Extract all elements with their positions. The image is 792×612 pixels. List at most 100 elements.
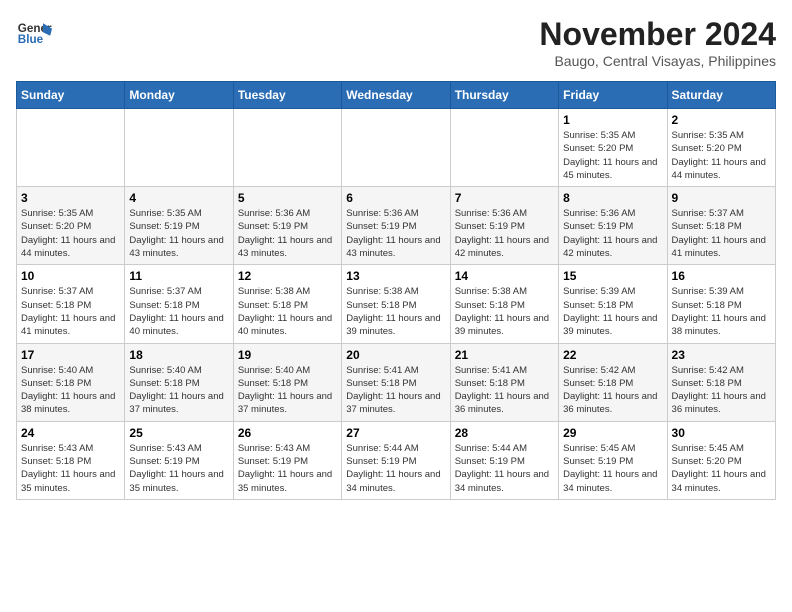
day-number: 20: [346, 348, 445, 362]
weekday-header-thursday: Thursday: [450, 82, 558, 109]
week-row-0: 1 Sunrise: 5:35 AM Sunset: 5:20 PM Daylig…: [17, 109, 776, 187]
day-number: 29: [563, 426, 662, 440]
day-number: 23: [672, 348, 771, 362]
day-info: Sunrise: 5:40 AM Sunset: 5:18 PM Dayligh…: [129, 364, 228, 417]
header: General Blue November 2024 Baugo, Centra…: [16, 16, 776, 69]
location-title: Baugo, Central Visayas, Philippines: [539, 53, 776, 69]
calendar-cell: 28Sunrise: 5:44 AM Sunset: 5:19 PM Dayli…: [450, 421, 558, 499]
day-number: 18: [129, 348, 228, 362]
week-row-2: 10 Sunrise: 5:37 AM Sunset: 5:18 PM Dayli…: [17, 265, 776, 343]
day-number: 21: [455, 348, 554, 362]
day-info: Sunrise: 5:39 AM Sunset: 5:18 PM Dayligh…: [563, 285, 662, 338]
calendar-cell: [342, 109, 450, 187]
day-number: 22: [563, 348, 662, 362]
day-info: Sunrise: 5:35 AM Sunset: 5:20 PM Dayligh…: [563, 129, 662, 182]
calendar-cell: [233, 109, 341, 187]
calendar-cell: 8Sunrise: 5:36 AM Sunset: 5:19 PM Daylig…: [559, 187, 667, 265]
day-number: 17: [21, 348, 120, 362]
day-info: Sunrise: 5:38 AM Sunset: 5:18 PM Dayligh…: [346, 285, 445, 338]
calendar-cell: 15 Sunrise: 5:39 AM Sunset: 5:18 PM Dayli…: [559, 265, 667, 343]
day-info: Sunrise: 5:36 AM Sunset: 5:19 PM Dayligh…: [346, 207, 445, 260]
calendar-cell: 16 Sunrise: 5:39 AM Sunset: 5:18 PM Dayli…: [667, 265, 775, 343]
calendar-table: SundayMondayTuesdayWednesdayThursdayFrid…: [16, 81, 776, 500]
calendar-cell: 12Sunrise: 5:38 AM Sunset: 5:18 PM Dayli…: [233, 265, 341, 343]
day-info: Sunrise: 5:43 AM Sunset: 5:19 PM Dayligh…: [129, 442, 228, 495]
calendar-cell: 18 Sunrise: 5:40 AM Sunset: 5:18 PM Dayli…: [125, 343, 233, 421]
day-number: 1: [563, 113, 662, 127]
weekday-header-sunday: Sunday: [17, 82, 125, 109]
day-number: 2: [672, 113, 771, 127]
day-info: Sunrise: 5:43 AM Sunset: 5:18 PM Dayligh…: [21, 442, 120, 495]
calendar-cell: 5 Sunrise: 5:36 AM Sunset: 5:19 PM Daylig…: [233, 187, 341, 265]
calendar-cell: 19 Sunrise: 5:40 AM Sunset: 5:18 PM Dayli…: [233, 343, 341, 421]
day-number: 19: [238, 348, 337, 362]
day-number: 11: [129, 269, 228, 283]
calendar-cell: 25 Sunrise: 5:43 AM Sunset: 5:19 PM Dayli…: [125, 421, 233, 499]
day-number: 3: [21, 191, 120, 205]
calendar-cell: 22 Sunrise: 5:42 AM Sunset: 5:18 PM Dayli…: [559, 343, 667, 421]
day-info: Sunrise: 5:42 AM Sunset: 5:18 PM Dayligh…: [563, 364, 662, 417]
weekday-header-friday: Friday: [559, 82, 667, 109]
logo: General Blue: [16, 16, 52, 52]
day-info: Sunrise: 5:38 AM Sunset: 5:18 PM Dayligh…: [238, 285, 337, 338]
day-info: Sunrise: 5:40 AM Sunset: 5:18 PM Dayligh…: [21, 364, 120, 417]
calendar-cell: 9Sunrise: 5:37 AM Sunset: 5:18 PM Daylig…: [667, 187, 775, 265]
calendar-cell: 17 Sunrise: 5:40 AM Sunset: 5:18 PM Dayli…: [17, 343, 125, 421]
week-row-1: 3 Sunrise: 5:35 AM Sunset: 5:20 PM Daylig…: [17, 187, 776, 265]
weekday-header-tuesday: Tuesday: [233, 82, 341, 109]
calendar-cell: 30 Sunrise: 5:45 AM Sunset: 5:20 PM Dayli…: [667, 421, 775, 499]
day-number: 8: [563, 191, 662, 205]
day-number: 30: [672, 426, 771, 440]
day-number: 27: [346, 426, 445, 440]
calendar-cell: 7 Sunrise: 5:36 AM Sunset: 5:19 PM Daylig…: [450, 187, 558, 265]
day-number: 28: [455, 426, 554, 440]
calendar-cell: 27 Sunrise: 5:44 AM Sunset: 5:19 PM Dayli…: [342, 421, 450, 499]
day-number: 10: [21, 269, 120, 283]
calendar-cell: 13 Sunrise: 5:38 AM Sunset: 5:18 PM Dayli…: [342, 265, 450, 343]
day-number: 9: [672, 191, 771, 205]
calendar-cell: 21 Sunrise: 5:41 AM Sunset: 5:18 PM Dayli…: [450, 343, 558, 421]
day-info: Sunrise: 5:39 AM Sunset: 5:18 PM Dayligh…: [672, 285, 771, 338]
calendar-cell: [450, 109, 558, 187]
day-info: Sunrise: 5:36 AM Sunset: 5:19 PM Dayligh…: [455, 207, 554, 260]
day-number: 25: [129, 426, 228, 440]
week-row-3: 17 Sunrise: 5:40 AM Sunset: 5:18 PM Dayli…: [17, 343, 776, 421]
weekday-header-wednesday: Wednesday: [342, 82, 450, 109]
day-info: Sunrise: 5:37 AM Sunset: 5:18 PM Dayligh…: [21, 285, 120, 338]
day-info: Sunrise: 5:36 AM Sunset: 5:19 PM Dayligh…: [238, 207, 337, 260]
day-number: 7: [455, 191, 554, 205]
calendar-cell: 3 Sunrise: 5:35 AM Sunset: 5:20 PM Daylig…: [17, 187, 125, 265]
calendar-cell: 26 Sunrise: 5:43 AM Sunset: 5:19 PM Dayli…: [233, 421, 341, 499]
calendar-cell: 10 Sunrise: 5:37 AM Sunset: 5:18 PM Dayli…: [17, 265, 125, 343]
day-number: 14: [455, 269, 554, 283]
day-number: 26: [238, 426, 337, 440]
day-info: Sunrise: 5:45 AM Sunset: 5:20 PM Dayligh…: [672, 442, 771, 495]
calendar-cell: 23 Sunrise: 5:42 AM Sunset: 5:18 PM Dayli…: [667, 343, 775, 421]
day-number: 13: [346, 269, 445, 283]
calendar-cell: 6 Sunrise: 5:36 AM Sunset: 5:19 PM Daylig…: [342, 187, 450, 265]
day-number: 5: [238, 191, 337, 205]
day-info: Sunrise: 5:42 AM Sunset: 5:18 PM Dayligh…: [672, 364, 771, 417]
day-info: Sunrise: 5:43 AM Sunset: 5:19 PM Dayligh…: [238, 442, 337, 495]
calendar-cell: 24Sunrise: 5:43 AM Sunset: 5:18 PM Dayli…: [17, 421, 125, 499]
day-info: Sunrise: 5:44 AM Sunset: 5:19 PM Dayligh…: [346, 442, 445, 495]
day-info: Sunrise: 5:35 AM Sunset: 5:19 PM Dayligh…: [129, 207, 228, 260]
day-number: 16: [672, 269, 771, 283]
calendar-cell: 20 Sunrise: 5:41 AM Sunset: 5:18 PM Dayli…: [342, 343, 450, 421]
day-info: Sunrise: 5:38 AM Sunset: 5:18 PM Dayligh…: [455, 285, 554, 338]
calendar-cell: [17, 109, 125, 187]
calendar-cell: 1 Sunrise: 5:35 AM Sunset: 5:20 PM Daylig…: [559, 109, 667, 187]
weekday-header-saturday: Saturday: [667, 82, 775, 109]
calendar-cell: 14 Sunrise: 5:38 AM Sunset: 5:18 PM Dayli…: [450, 265, 558, 343]
day-info: Sunrise: 5:45 AM Sunset: 5:19 PM Dayligh…: [563, 442, 662, 495]
day-info: Sunrise: 5:35 AM Sunset: 5:20 PM Dayligh…: [21, 207, 120, 260]
day-info: Sunrise: 5:41 AM Sunset: 5:18 PM Dayligh…: [346, 364, 445, 417]
calendar-cell: 11 Sunrise: 5:37 AM Sunset: 5:18 PM Dayli…: [125, 265, 233, 343]
day-info: Sunrise: 5:40 AM Sunset: 5:18 PM Dayligh…: [238, 364, 337, 417]
day-number: 15: [563, 269, 662, 283]
day-info: Sunrise: 5:37 AM Sunset: 5:18 PM Dayligh…: [129, 285, 228, 338]
day-info: Sunrise: 5:41 AM Sunset: 5:18 PM Dayligh…: [455, 364, 554, 417]
svg-text:Blue: Blue: [18, 33, 44, 46]
day-number: 6: [346, 191, 445, 205]
calendar-cell: 2Sunrise: 5:35 AM Sunset: 5:20 PM Daylig…: [667, 109, 775, 187]
